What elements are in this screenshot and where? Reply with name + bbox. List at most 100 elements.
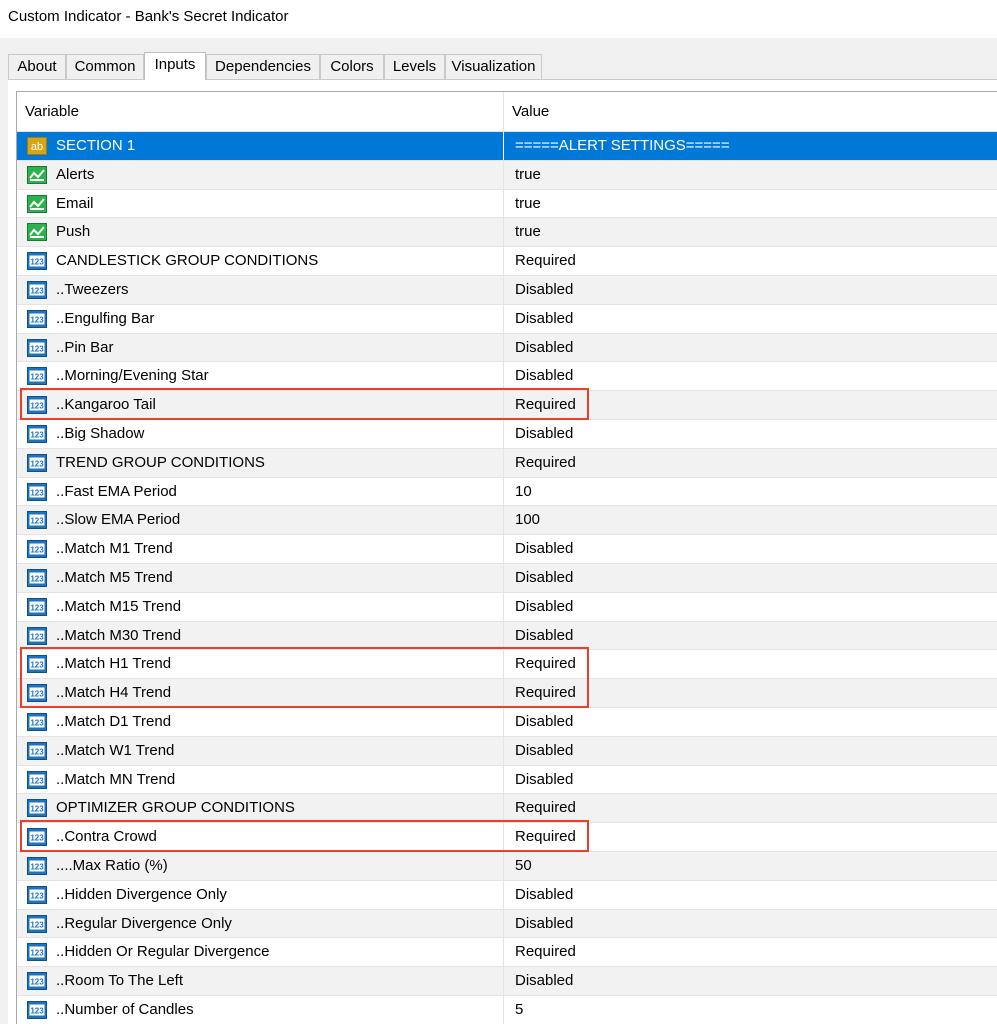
input-row[interactable]: 123 ..Match M5 Trend Disabled xyxy=(17,563,997,593)
input-row[interactable]: 123 ..Hidden Divergence Only Disabled xyxy=(17,880,997,910)
value-cell[interactable]: true xyxy=(504,190,997,218)
input-row[interactable]: 123 ..Slow EMA Period 100 xyxy=(17,506,997,536)
input-row[interactable]: 123 ..Number of Candles 5 xyxy=(17,995,997,1024)
variable-value[interactable]: 100 xyxy=(515,506,540,534)
input-row[interactable]: 123 ..Regular Divergence Only Disabled xyxy=(17,909,997,939)
input-row[interactable]: 123 ..Morning/Evening Star Disabled xyxy=(17,362,997,392)
value-cell[interactable]: Required xyxy=(504,247,997,275)
variable-cell[interactable]: Push xyxy=(17,218,504,247)
variable-value[interactable]: 50 xyxy=(515,852,532,880)
variable-value[interactable]: true xyxy=(515,190,541,218)
value-cell[interactable]: Required xyxy=(504,679,997,707)
input-row[interactable]: 123 CANDLESTICK GROUP CONDITIONS Require… xyxy=(17,247,997,276)
variable-value[interactable]: 10 xyxy=(515,478,532,506)
value-cell[interactable]: Required xyxy=(504,823,997,851)
variable-cell[interactable]: ab SECTION 1 xyxy=(17,132,504,160)
variable-value[interactable]: =====ALERT SETTINGS===== xyxy=(515,132,730,160)
input-row[interactable]: Email true xyxy=(17,189,997,219)
value-cell[interactable]: Required xyxy=(504,650,997,678)
variable-cell[interactable]: 123 ..Kangaroo Tail xyxy=(17,391,504,419)
tab-inputs[interactable]: Inputs xyxy=(144,52,206,80)
input-row[interactable]: 123 ..Match D1 Trend Disabled xyxy=(17,707,997,737)
variable-cell[interactable]: 123 ..Contra Crowd xyxy=(17,823,504,851)
variable-cell[interactable]: 123 ..Hidden Divergence Only xyxy=(17,880,504,909)
column-header-value[interactable]: Value xyxy=(504,92,997,132)
input-row[interactable]: 123 ....Max Ratio (%) 50 xyxy=(17,851,997,881)
input-row[interactable]: 123 ..Match MN Trend Disabled xyxy=(17,765,997,795)
variable-cell[interactable]: Alerts xyxy=(17,160,504,189)
value-cell[interactable]: 100 xyxy=(504,506,997,534)
variable-cell[interactable]: 123 ..Fast EMA Period xyxy=(17,477,504,506)
variable-value[interactable]: Disabled xyxy=(515,420,573,448)
column-header-variable[interactable]: Variable xyxy=(17,92,504,132)
value-cell[interactable]: Disabled xyxy=(504,967,997,995)
value-cell[interactable]: Disabled xyxy=(504,334,997,362)
input-row[interactable]: 123 ..Tweezers Disabled xyxy=(17,275,997,305)
variable-value[interactable]: Required xyxy=(515,794,576,822)
variable-value[interactable]: Disabled xyxy=(515,593,573,621)
input-row[interactable]: 123 ..Match H4 Trend Required xyxy=(17,679,997,708)
variable-value[interactable]: Disabled xyxy=(515,881,573,909)
value-cell[interactable]: Disabled xyxy=(504,305,997,333)
tab-common[interactable]: Common xyxy=(66,54,144,79)
variable-cell[interactable]: 123 TREND GROUP CONDITIONS xyxy=(17,448,504,477)
variable-value[interactable]: Disabled xyxy=(515,622,573,650)
variable-value[interactable]: Disabled xyxy=(515,708,573,736)
value-cell[interactable]: Disabled xyxy=(504,881,997,909)
variable-cell[interactable]: 123 ..Match D1 Trend xyxy=(17,707,504,736)
value-cell[interactable]: Required xyxy=(504,938,997,966)
variable-value[interactable]: Required xyxy=(515,650,576,678)
variable-value[interactable]: Required xyxy=(515,823,576,851)
variable-cell[interactable]: 123 ..Match M5 Trend xyxy=(17,563,504,592)
value-cell[interactable]: Disabled xyxy=(504,593,997,621)
value-cell[interactable]: Disabled xyxy=(504,535,997,563)
value-cell[interactable]: true xyxy=(504,218,997,246)
input-row[interactable]: ab SECTION 1 =====ALERT SETTINGS===== xyxy=(17,132,997,161)
tab-dependencies[interactable]: Dependencies xyxy=(206,54,320,79)
variable-cell[interactable]: 123 ..Tweezers xyxy=(17,275,504,304)
value-cell[interactable]: Disabled xyxy=(504,622,997,650)
input-row[interactable]: 123 TREND GROUP CONDITIONS Required xyxy=(17,448,997,478)
variable-cell[interactable]: 123 ..Big Shadow xyxy=(17,419,504,448)
value-cell[interactable]: Disabled xyxy=(504,766,997,794)
variable-cell[interactable]: 123 ..Pin Bar xyxy=(17,333,504,362)
input-row[interactable]: 123 ..Hidden Or Regular Divergence Requi… xyxy=(17,938,997,968)
value-cell[interactable]: 10 xyxy=(504,478,997,506)
value-cell[interactable]: Required xyxy=(504,391,997,419)
variable-value[interactable]: Disabled xyxy=(515,967,573,995)
variable-cell[interactable]: 123 ..Engulfing Bar xyxy=(17,304,504,333)
variable-value[interactable]: Required xyxy=(515,449,576,477)
input-row[interactable]: Push true xyxy=(17,218,997,248)
variable-value[interactable]: Disabled xyxy=(515,276,573,304)
variable-value[interactable]: Required xyxy=(515,391,576,419)
input-row[interactable]: 123 ..Kangaroo Tail Required xyxy=(17,391,997,420)
value-cell[interactable]: Required xyxy=(504,794,997,822)
variable-value[interactable]: Disabled xyxy=(515,334,573,362)
variable-cell[interactable]: 123 ..Match H1 Trend xyxy=(17,650,504,679)
variable-value[interactable]: Disabled xyxy=(515,535,573,563)
value-cell[interactable]: 5 xyxy=(504,996,997,1024)
input-row[interactable]: 123 ..Fast EMA Period 10 xyxy=(17,477,997,507)
input-row[interactable]: 123 ..Engulfing Bar Disabled xyxy=(17,304,997,334)
variable-cell[interactable]: 123 ..Regular Divergence Only xyxy=(17,909,504,938)
value-cell[interactable]: Required xyxy=(504,449,997,477)
variable-value[interactable]: true xyxy=(515,161,541,189)
variable-cell[interactable]: 123 ..Match M30 Trend xyxy=(17,621,504,650)
variable-cell[interactable]: 123 OPTIMIZER GROUP CONDITIONS xyxy=(17,794,504,823)
variable-value[interactable]: Disabled xyxy=(515,737,573,765)
tab-visualization[interactable]: Visualization xyxy=(445,54,542,79)
value-cell[interactable]: 50 xyxy=(504,852,997,880)
variable-cell[interactable]: Email xyxy=(17,189,504,218)
input-row[interactable]: 123 ..Match W1 Trend Disabled xyxy=(17,736,997,766)
variable-value[interactable]: Disabled xyxy=(515,910,573,938)
variable-value[interactable]: Disabled xyxy=(515,305,573,333)
tab-levels[interactable]: Levels xyxy=(384,54,445,79)
input-row[interactable]: 123 OPTIMIZER GROUP CONDITIONS Required xyxy=(17,794,997,824)
variable-value[interactable]: Required xyxy=(515,679,576,707)
variable-cell[interactable]: 123 ..Slow EMA Period xyxy=(17,506,504,535)
value-cell[interactable]: Disabled xyxy=(504,276,997,304)
value-cell[interactable]: =====ALERT SETTINGS===== xyxy=(504,132,997,160)
variable-value[interactable]: 5 xyxy=(515,996,523,1024)
variable-cell[interactable]: 123 ..Match M15 Trend xyxy=(17,592,504,621)
input-row[interactable]: 123 ..Room To The Left Disabled xyxy=(17,967,997,996)
